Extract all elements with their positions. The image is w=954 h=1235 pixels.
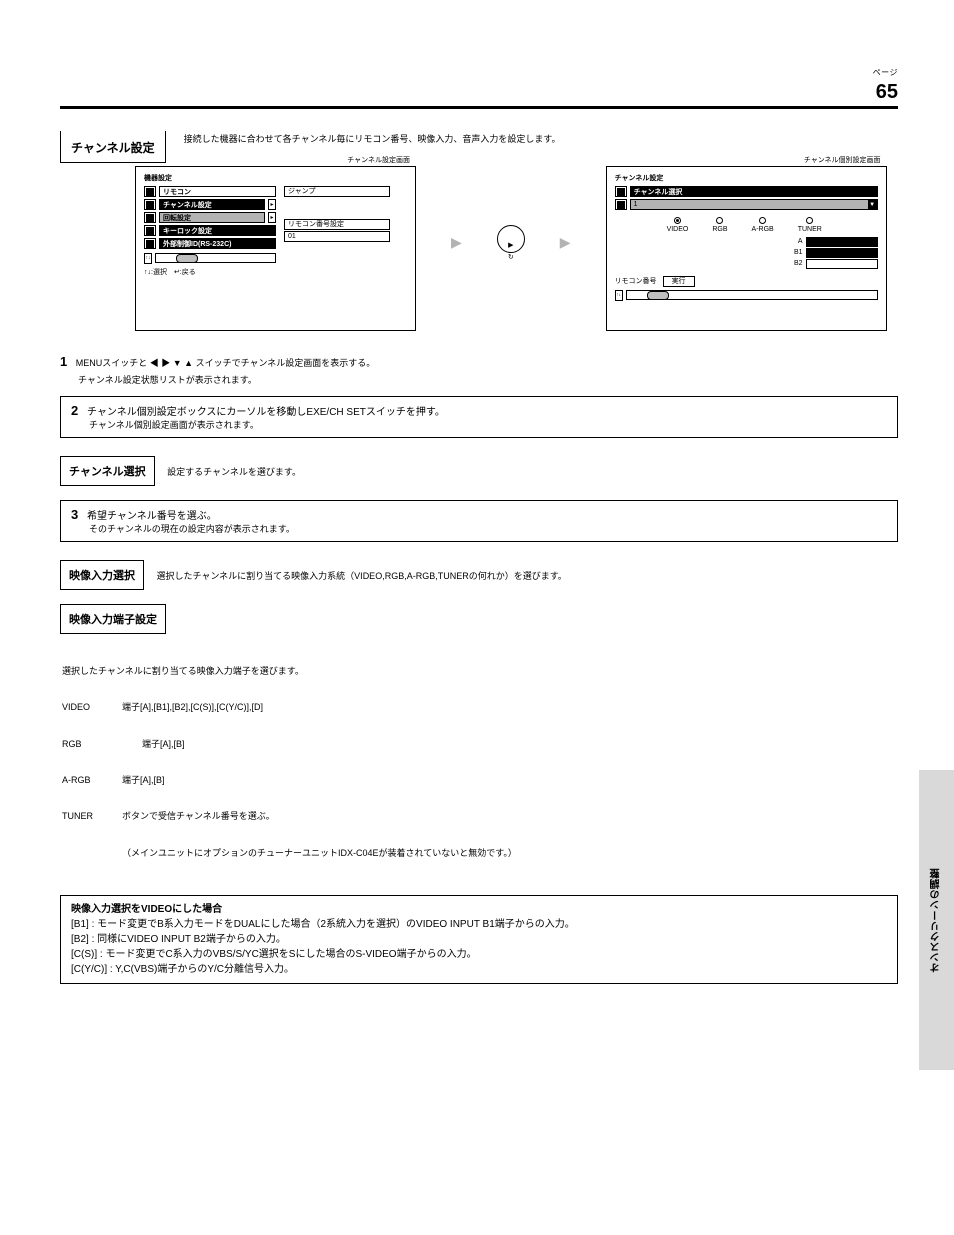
value-box: リモコン番号設定 — [284, 219, 390, 230]
list-item[interactable]: キーロック設定 — [159, 225, 276, 236]
step-note: チャンネル設定状態リストが表示されます。 — [78, 374, 898, 386]
screen1-title: 機器設定 — [144, 173, 407, 183]
sub-desc: 設定するチャンネルを選びます。 — [167, 467, 301, 477]
knob-icon: ▶ — [497, 225, 525, 253]
screen1-subtitle: チャンネル設定画面 — [135, 155, 416, 165]
radio-label: VIDEO — [667, 226, 689, 233]
list-item[interactable]: 外部制御ID(RS-232C) — [159, 238, 276, 249]
scrollbar[interactable] — [626, 290, 878, 300]
list-item[interactable]: チャンネル設定 — [159, 199, 265, 210]
list-item[interactable]: リモコン — [159, 186, 276, 197]
sub-desc: 選択したチャンネルに割り当てる映像入力系統（VIDEO,RGB,A-RGB,TU… — [156, 571, 566, 581]
step-text: MENUスイッチと ◀ ▶ ▼ ▲ スイッチでチャンネル設定画面を表示する。 — [76, 358, 376, 368]
radio[interactable] — [759, 217, 766, 224]
bar-label: B1 — [793, 249, 803, 256]
sub-section: 映像入力端子設定 — [60, 604, 166, 634]
arrow-right-icon: ▶ — [451, 234, 462, 251]
page-number: 65 — [873, 79, 898, 106]
bar[interactable] — [806, 248, 878, 258]
bar[interactable] — [806, 237, 878, 247]
screen2-subtitle: チャンネル個別設定画面 — [606, 155, 887, 165]
info-box: 3 希望チャンネル番号を選ぶ。 そのチャンネルの現在の設定内容が表示されます。 — [60, 500, 898, 542]
radio-label: A-RGB — [752, 226, 774, 233]
list-item[interactable]: 回転設定 — [159, 212, 265, 223]
scrollbar[interactable] — [155, 253, 276, 263]
radio[interactable] — [806, 217, 813, 224]
value-box: ジャンプ — [284, 186, 390, 197]
radio[interactable] — [716, 217, 723, 224]
side-tab: オンスクリーンの調整 — [919, 770, 954, 1070]
radio-label: TUNER — [798, 226, 822, 233]
sub-desc-lines: 選択したチャンネルに割り当てる映像入力端子を選びます。 VIDEO 端子[A],… — [62, 640, 898, 883]
screen2-title: チャンネル設定 — [615, 173, 878, 183]
label: リモコン番号 — [615, 276, 657, 286]
intro-desc: 接続した機器に合わせて各チャンネル毎にリモコン番号、映像入力、音声入力を設定しま… — [184, 133, 561, 145]
hint-text: ↑↓:選択 ↵:戻る — [144, 267, 276, 277]
bar-label: A — [793, 238, 803, 245]
divider — [60, 106, 898, 109]
dropdown[interactable]: 1▼ — [630, 199, 878, 210]
list-item[interactable]: チャンネル選択 — [630, 186, 878, 197]
info-box: 映像入力選択をVIDEOにした場合 [B1] : モード変更でB系入力モードをD… — [60, 895, 898, 984]
bar-label: B2 — [793, 260, 803, 267]
bar[interactable] — [806, 259, 878, 269]
radio[interactable] — [674, 217, 681, 224]
screen1: 機器設定 リモコン チャンネル設定▸ 回転設定▸ キーロック設定 外部制御ID(… — [135, 166, 416, 331]
screen2: チャンネル設定 チャンネル選択 1▼ VIDEO RGB A-RGB TUNER… — [606, 166, 887, 331]
sub-section: チャンネル選択 — [60, 456, 155, 486]
arrow-right-icon: ▶ — [560, 234, 571, 251]
value-box[interactable]: 01 — [284, 231, 390, 242]
page-label: ページ — [873, 68, 898, 79]
sub-section: 映像入力選択 — [60, 560, 144, 590]
radio-label: RGB — [712, 226, 727, 233]
radio-group: VIDEO RGB A-RGB TUNER — [667, 217, 878, 233]
execute-button[interactable]: 実行 — [663, 276, 695, 287]
info-box: 2 チャンネル個別設定ボックスにカーソルを移動しEXE/CH SETスイッチを押… — [60, 396, 898, 438]
